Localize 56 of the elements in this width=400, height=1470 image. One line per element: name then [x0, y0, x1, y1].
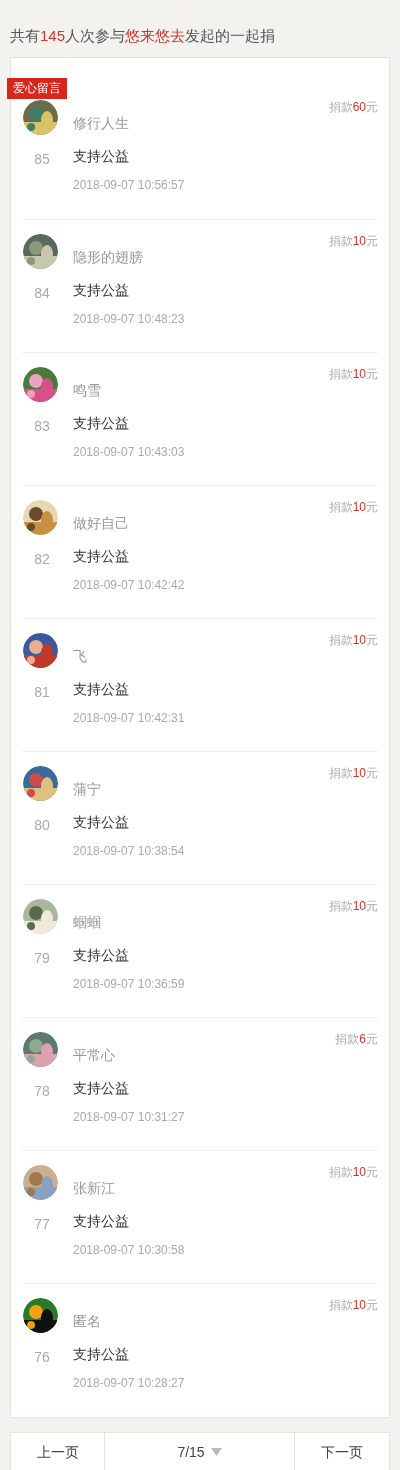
donation-message: 支持公益 [73, 1345, 129, 1364]
donation-message: 支持公益 [73, 147, 129, 166]
donor-name: 平常心 [73, 1046, 115, 1065]
donor-name: 隐形的翅膀 [73, 248, 143, 267]
donation-message: 支持公益 [73, 547, 129, 566]
donor-name: 鸣雪 [73, 381, 101, 400]
donation-time: 2018-09-07 10:28:27 [73, 1375, 185, 1392]
rank-number: 85 [33, 150, 51, 169]
donation-amount: 捐款10元 [328, 499, 378, 516]
rank-number: 76 [33, 1348, 51, 1367]
donation-message: 支持公益 [73, 414, 129, 433]
rank-number: 83 [33, 417, 51, 436]
donation-message: 支持公益 [73, 680, 129, 699]
donation-amount: 捐款10元 [328, 1164, 378, 1181]
previous-page-button[interactable]: 上一页 [11, 1433, 105, 1470]
donation-time: 2018-09-07 10:38:54 [73, 843, 185, 860]
donation-time: 2018-09-07 10:48:23 [73, 311, 185, 328]
caret-icon [210, 1448, 222, 1456]
donation-amount: 捐款10元 [328, 1297, 378, 1314]
donation-amount: 捐款10元 [328, 233, 378, 250]
rank-number: 77 [33, 1215, 51, 1234]
donation-message: 支持公益 [73, 1079, 129, 1098]
donation-amount: 捐款10元 [328, 632, 378, 649]
donation-message: 支持公益 [73, 281, 129, 300]
rank-number: 79 [33, 949, 51, 968]
page-selector[interactable]: 7/15 [105, 1433, 295, 1470]
donation-amount: 捐款6元 [335, 1031, 378, 1048]
donation-time: 2018-09-07 10:31:27 [73, 1109, 185, 1126]
donor-name: 飞 [73, 647, 87, 666]
donor-name: 做好自己 [73, 514, 129, 533]
donation-amount: 捐款60元 [328, 99, 378, 116]
rank-number: 84 [33, 284, 51, 303]
section-label: 爱心留言 [7, 78, 67, 99]
donation-time: 2018-09-07 10:56:57 [73, 177, 185, 194]
donation-time: 2018-09-07 10:42:42 [73, 577, 185, 594]
next-page-button[interactable]: 下一页 [295, 1433, 389, 1470]
rank-number: 82 [33, 550, 51, 569]
donation-time: 2018-09-07 10:43:03 [73, 444, 185, 461]
donation-message: 支持公益 [73, 1212, 129, 1231]
rank-number: 78 [33, 1082, 51, 1101]
rank-number: 81 [33, 683, 51, 702]
donor-name: 匿名 [73, 1312, 101, 1331]
donor-name: 蝈蝈 [73, 913, 101, 932]
donor-name: 修行人生 [73, 114, 129, 133]
donor-name: 蒲宁 [73, 780, 101, 799]
donation-amount: 捐款10元 [328, 765, 378, 782]
rank-number: 80 [33, 816, 51, 835]
donation-message: 支持公益 [73, 946, 129, 965]
summary-text: 共有145人次参与悠来悠去发起的一起捐 [9, 26, 277, 46]
donation-amount: 捐款10元 [328, 898, 378, 915]
donation-time: 2018-09-07 10:30:58 [73, 1242, 185, 1259]
donation-message: 支持公益 [73, 813, 129, 832]
donor-name: 张新江 [73, 1179, 115, 1198]
donation-amount: 捐款10元 [328, 366, 378, 383]
donation-time: 2018-09-07 10:36:59 [73, 976, 185, 993]
donation-time: 2018-09-07 10:42:31 [73, 710, 185, 727]
